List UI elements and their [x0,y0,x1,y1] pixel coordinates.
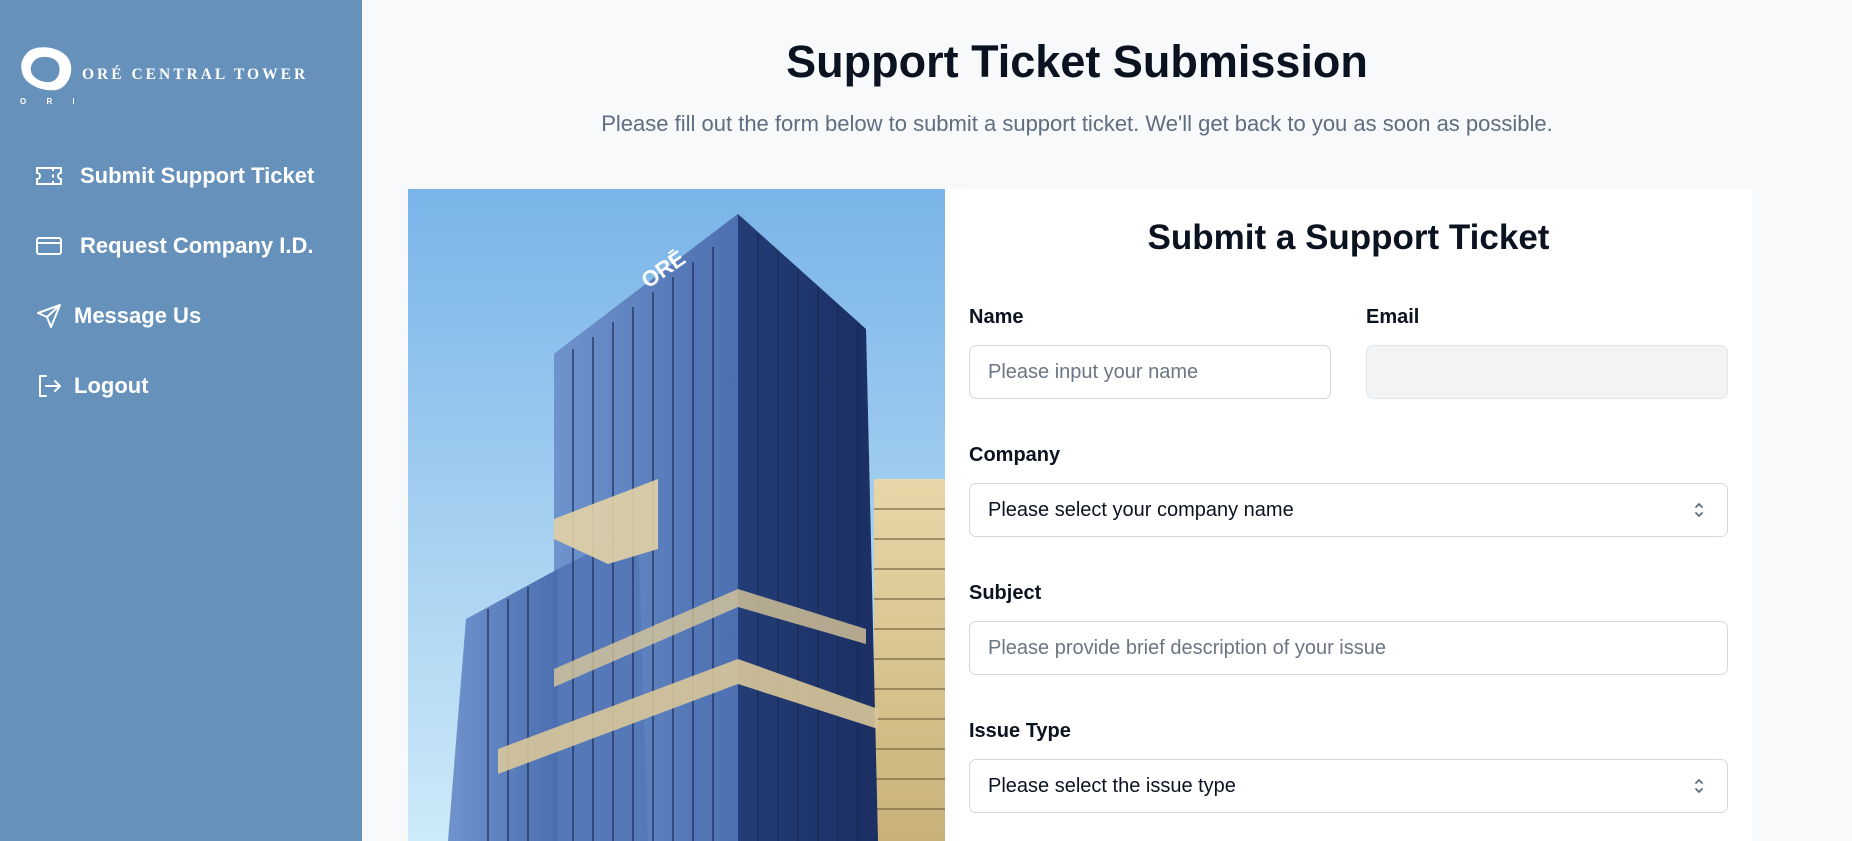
subject-label: Subject [969,582,1042,604]
company-selected-value: Please select your company name [988,498,1294,521]
sidebar: O R Ē ORÉ CENTRAL TOWER Submit Support T… [0,0,362,841]
brand-mark-caption: O R Ē [20,97,74,106]
name-label: Name [969,306,1024,328]
sidebar-item-label: Request Company I.D. [80,233,314,258]
brand-logo[interactable]: O R Ē ORÉ CENTRAL TOWER [18,44,308,106]
sidebar-item-submit-support-ticket[interactable]: Submit Support Ticket [34,159,314,193]
main-content: Support Ticket Submission Please fill ou… [362,0,1852,841]
sidebar-item-message-us[interactable]: Message Us [34,299,201,333]
form-title: Submit a Support Ticket [1147,218,1550,257]
email-label: Email [1366,306,1420,328]
page-subtitle: Please fill out the form below to submit… [601,111,1553,136]
sidebar-item-request-company-id[interactable]: Request Company I.D. [34,229,313,263]
sidebar-item-label: Submit Support Ticket [80,163,315,188]
sidebar-item-logout[interactable]: Logout [34,369,149,403]
email-field[interactable] [1366,345,1728,399]
issue-type-selected-value: Please select the issue type [988,774,1236,797]
id-card-icon [34,231,64,261]
issue-type-select[interactable]: Please select the issue type [969,759,1728,813]
ticket-icon [34,161,64,191]
name-placeholder: Please input your name [988,360,1199,383]
company-label: Company [969,444,1061,466]
sidebar-item-label: Logout [74,373,149,398]
name-field[interactable]: Please input your name [969,345,1331,399]
subject-field[interactable]: Please provide brief description of your… [969,621,1728,675]
send-icon [34,301,64,331]
brand-name: ORÉ CENTRAL TOWER [82,66,309,83]
subject-placeholder: Please provide brief description of your… [988,636,1386,659]
building-photo: ORĒ [408,189,945,841]
chevron-up-down-icon [1695,779,1703,793]
issue-type-label: Issue Type [969,720,1071,742]
ore-logo-icon: O R Ē [18,44,78,106]
sidebar-item-label: Message Us [74,303,202,328]
ticket-card: ORĒ Submit a Support Ticket Name Please … [408,189,1752,841]
company-select[interactable]: Please select your company name [969,483,1728,537]
page-title: Support Ticket Submission [786,36,1368,87]
chevron-up-down-icon [1695,503,1703,517]
logout-icon [34,371,64,401]
support-ticket-form: Submit a Support Ticket Name Please inpu… [945,189,1752,841]
